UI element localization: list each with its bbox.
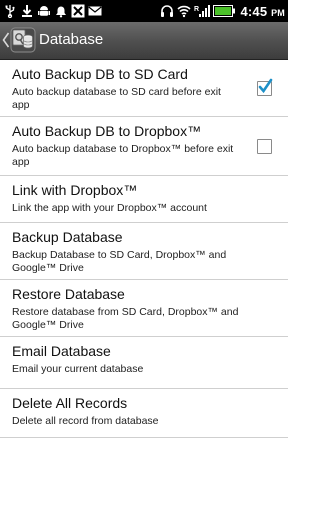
notification-icons: [3, 3, 102, 19]
checkmark-icon: [258, 78, 273, 94]
settings-list: Auto Backup DB to SD Card Auto backup da…: [0, 60, 288, 438]
pref-summary: Auto backup database to SD card before e…: [12, 86, 221, 111]
pref-delete-all-records[interactable]: Delete All Records Delete all record fro…: [0, 389, 288, 438]
system-icons: R 4:45 PM: [160, 2, 285, 20]
pref-summary: Auto backup database to Dropbox™ before …: [12, 143, 234, 168]
screen-title: Database: [39, 31, 104, 48]
pref-auto-backup-dropbox[interactable]: Auto Backup DB to Dropbox™ Auto backup d…: [0, 117, 288, 176]
download-icon: [22, 5, 32, 17]
pref-auto-backup-sd[interactable]: Auto Backup DB to SD Card Auto backup da…: [0, 60, 288, 117]
headset-icon: [161, 5, 174, 17]
svg-text:R: R: [194, 6, 199, 13]
pref-summary: Delete all record from database: [12, 415, 159, 427]
back-chevron-icon[interactable]: [2, 32, 10, 48]
signal-icon: R: [194, 5, 211, 17]
usb-icon: [5, 5, 15, 18]
pref-link-dropbox[interactable]: Link with Dropbox™ Link the app with you…: [0, 176, 288, 223]
pref-title: Delete All Records: [12, 395, 128, 411]
pref-summary: Backup Database to SD Card, Dropbox™ and…: [12, 249, 227, 274]
pref-email-database[interactable]: Email Database Email your current databa…: [0, 337, 288, 389]
bell-icon: [56, 6, 66, 18]
battery-icon: [213, 5, 236, 17]
action-bar: Database: [0, 22, 288, 60]
pref-backup-database[interactable]: Backup Database Backup Database to SD Ca…: [0, 223, 288, 280]
auto-backup-sd-checkbox[interactable]: [257, 78, 273, 96]
android-debug-icon: [38, 6, 50, 16]
pref-title: Restore Database: [12, 286, 125, 302]
pref-title: Link with Dropbox™: [12, 182, 138, 198]
pref-title: Backup Database: [12, 229, 123, 245]
pref-summary: Restore database from SD Card, Dropbox™ …: [12, 306, 239, 331]
pref-title: Email Database: [12, 343, 111, 359]
clock: 4:45 PM: [240, 3, 285, 19]
wifi-icon: [177, 5, 192, 18]
pref-restore-database[interactable]: Restore Database Restore database from S…: [0, 280, 288, 337]
mail-icon: [88, 6, 102, 16]
auto-backup-dropbox-checkbox[interactable]: [257, 139, 272, 154]
pref-summary: Link the app with your Dropbox™ account: [12, 202, 207, 214]
pref-title: Auto Backup DB to SD Card: [12, 66, 188, 82]
app-icon[interactable]: [10, 27, 36, 53]
notification-x-icon: [71, 4, 85, 18]
pref-summary: Email your current database: [12, 363, 144, 375]
pref-title: Auto Backup DB to Dropbox™: [12, 123, 202, 139]
status-bar: R 4:45 PM: [0, 0, 288, 22]
